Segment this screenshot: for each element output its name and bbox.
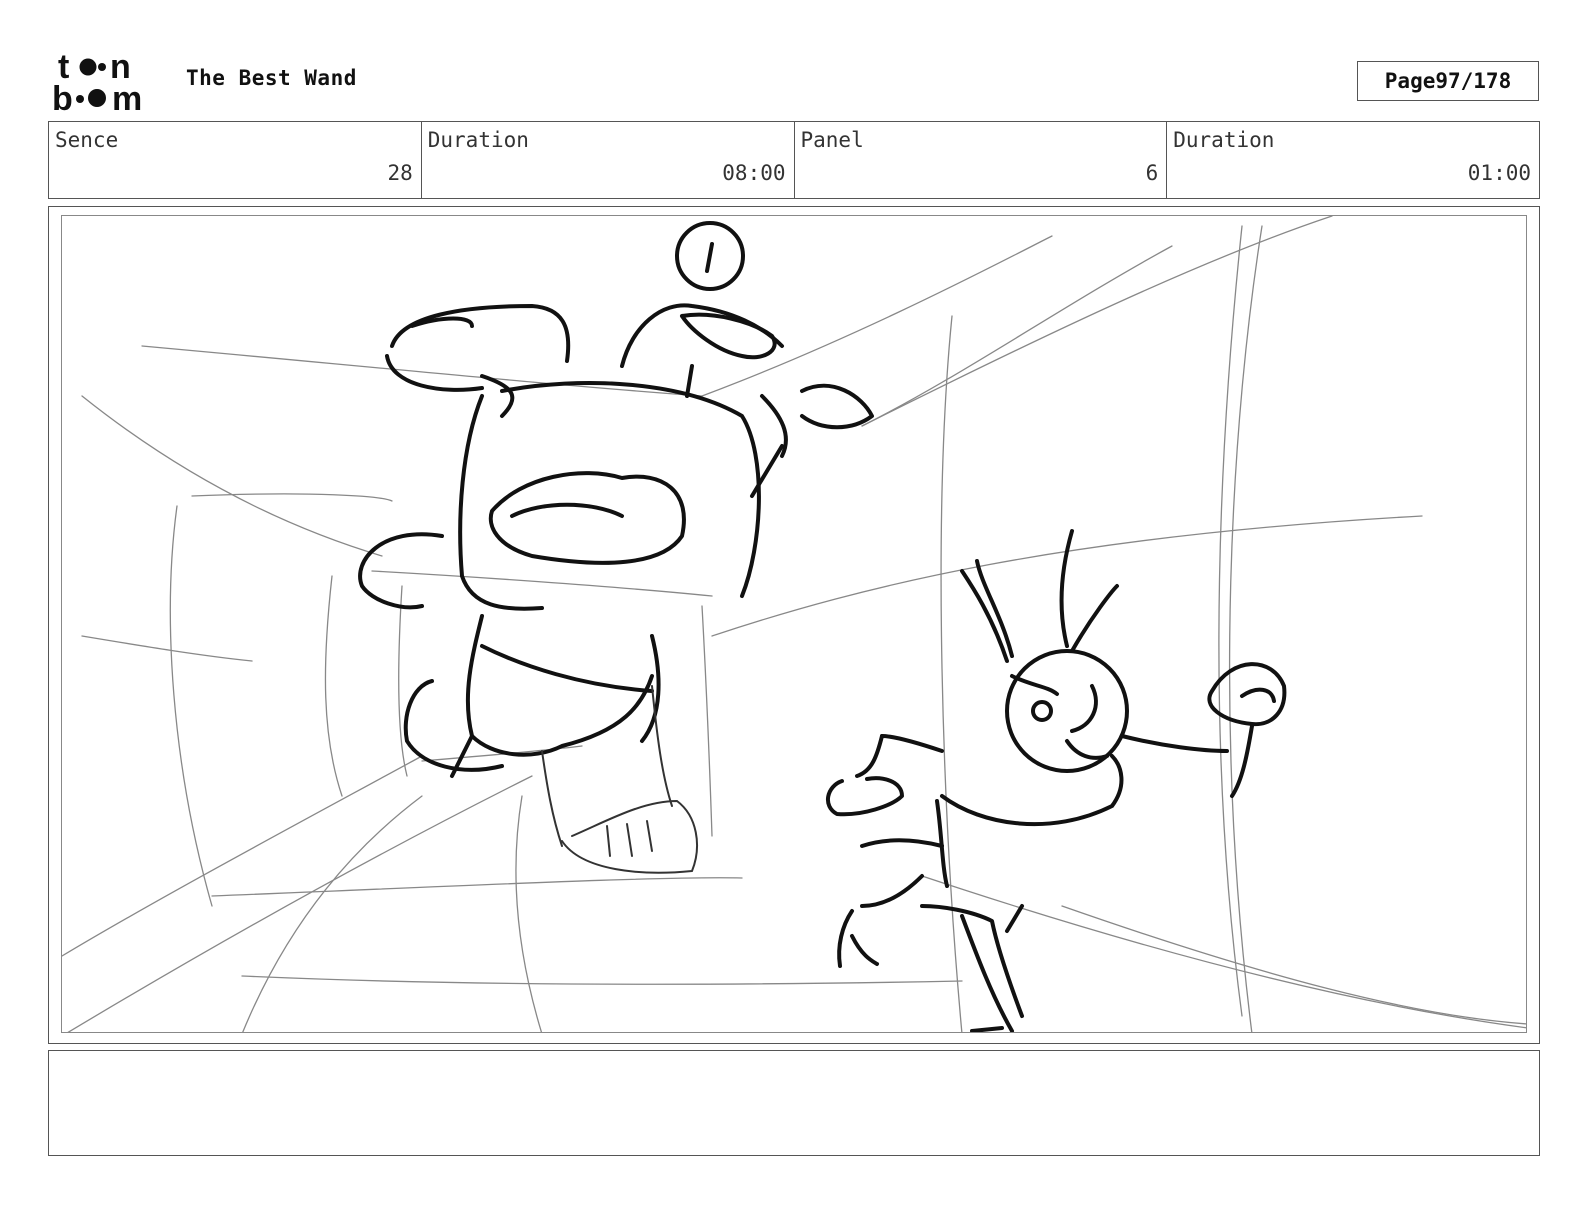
panel-duration-label: Duration [1173,128,1275,152]
scene-value: 28 [387,161,413,185]
scene-label: Sence [55,128,119,152]
panel-duration-value: 01:00 [1467,161,1531,185]
panel-label: Panel [800,128,864,152]
toon-boom-logo: t n b m [50,48,165,118]
panel-cell: Panel 6 [795,122,1168,198]
page-label: Page [1384,69,1436,93]
storyboard-drawing-area [61,215,1527,1033]
svg-text:b: b [52,80,73,112]
project-title: The Best Wand [186,66,357,90]
panel-value: 6 [1145,161,1159,185]
scene-cell: Sence 28 [49,122,422,198]
panel-info-row: Sence 28 Duration 08:00 Panel 6 Duration… [48,121,1540,199]
scene-duration-label: Duration [427,128,529,152]
page-indicator: Page 97/178 [1357,61,1539,101]
storyboard-panel-frame [48,206,1540,1044]
scene-duration-cell: Duration 08:00 [422,122,795,198]
scene-duration-value: 08:00 [722,161,786,185]
page-number: 97/178 [1435,69,1512,93]
svg-text:m: m [112,80,142,112]
rough-sketch [62,216,1526,1032]
panel-notes-box [48,1050,1540,1156]
panel-duration-cell: Duration 01:00 [1167,122,1539,198]
